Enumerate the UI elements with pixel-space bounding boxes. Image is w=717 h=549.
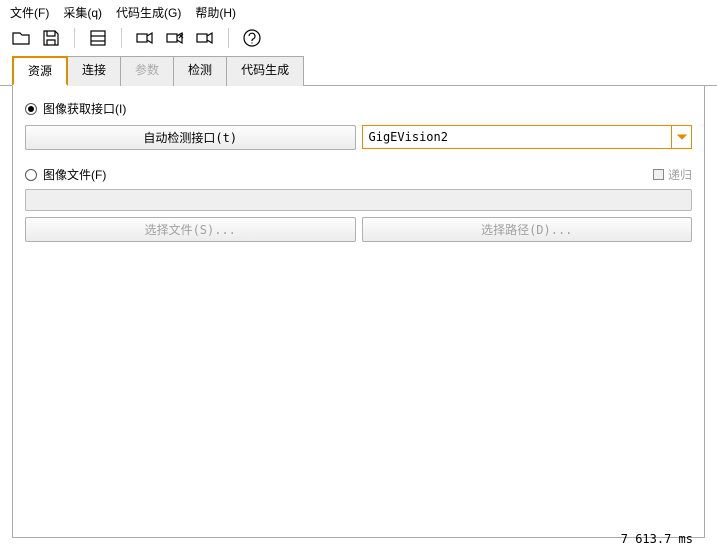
toolbar-divider xyxy=(74,28,75,48)
properties-icon[interactable] xyxy=(87,27,109,49)
menu-file[interactable]: 文件(F) xyxy=(10,4,49,21)
snap-icon[interactable] xyxy=(164,27,186,49)
menu-codegen[interactable]: 代码生成(G) xyxy=(116,4,181,21)
radio-image-file[interactable] xyxy=(25,169,37,181)
status-bar: 7 613.7 ms xyxy=(621,532,693,546)
save-icon[interactable] xyxy=(40,27,62,49)
live-icon[interactable] xyxy=(194,27,216,49)
select-dir-button: 选择路径(D)... xyxy=(362,217,693,242)
dropdown-arrow-icon xyxy=(671,126,691,148)
tab-inspect[interactable]: 检测 xyxy=(174,56,227,86)
radio-image-file-label: 图像文件(F) xyxy=(43,166,106,183)
tab-connection[interactable]: 连接 xyxy=(68,56,121,86)
menu-help[interactable]: 帮助(H) xyxy=(195,4,236,21)
tab-resource[interactable]: 资源 xyxy=(12,56,68,86)
help-icon[interactable] xyxy=(241,27,263,49)
radio-image-interface-label: 图像获取接口(I) xyxy=(43,100,126,117)
select-file-button: 选择文件(S)... xyxy=(25,217,356,242)
toolbar-divider-2 xyxy=(121,28,122,48)
toolbar-divider-3 xyxy=(228,28,229,48)
tab-codegen[interactable]: 代码生成 xyxy=(227,56,304,86)
tab-params: 参数 xyxy=(121,56,174,86)
auto-detect-button[interactable]: 自动检测接口(t) xyxy=(25,125,356,150)
driver-select[interactable]: GigEVision2 xyxy=(362,125,693,149)
tab-pane-resource: 图像获取接口(I) 自动检测接口(t) GigEVision2 图像文件(F) … xyxy=(12,86,705,538)
radio-image-interface[interactable] xyxy=(25,103,37,115)
driver-select-value: GigEVision2 xyxy=(363,130,672,144)
file-path-field xyxy=(25,189,692,211)
open-icon[interactable] xyxy=(10,27,32,49)
connect-icon[interactable] xyxy=(134,27,156,49)
menu-acquire[interactable]: 采集(q) xyxy=(63,4,102,21)
recursive-label: 递归 xyxy=(668,166,692,183)
recursive-checkbox xyxy=(653,169,664,180)
